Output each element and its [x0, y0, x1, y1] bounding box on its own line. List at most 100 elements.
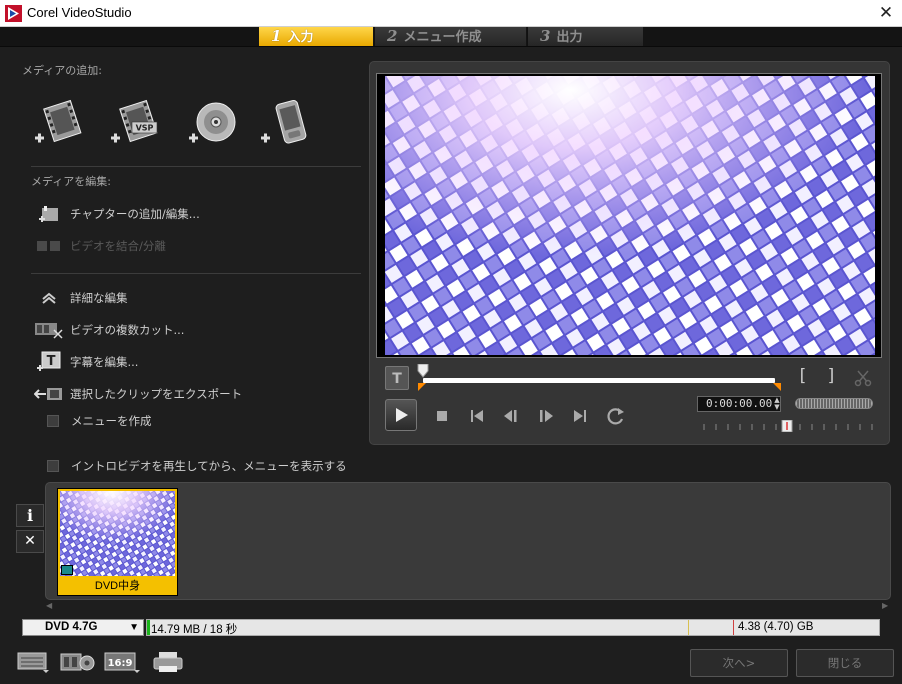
tab-label: 出力	[556, 30, 583, 45]
capacity-mark	[688, 620, 689, 635]
action-label: ビデオを結合/分離	[70, 239, 166, 253]
action-label: チャプターの追加/編集...	[70, 207, 200, 221]
vsp-badge: VSP	[136, 124, 154, 133]
remove-clip-button[interactable]: ✕	[16, 530, 44, 553]
chevron-up-icon	[34, 288, 64, 308]
chevron-down-icon: ▼	[129, 622, 139, 633]
action-label: 字幕を編集...	[70, 355, 139, 369]
disc-format-select[interactable]: DVD 4.7G ▼	[22, 619, 144, 636]
create-menu-label: メニューを作成	[71, 414, 152, 428]
play-icon	[396, 408, 408, 422]
previous-frame-button[interactable]	[500, 407, 522, 425]
divider	[31, 273, 361, 274]
combine-split-video-action: ビデオを結合/分離	[34, 236, 166, 256]
window-title: Corel VideoStudio	[27, 5, 132, 20]
preview-frame-image	[385, 76, 875, 355]
intro-video-label: イントロビデオを再生してから、メニューを表示する	[71, 459, 347, 473]
step-back-icon	[504, 410, 517, 422]
intro-video-checkbox[interactable]	[47, 460, 59, 472]
disc-capacity-bar: 14.79 MB / 18 秒 4.38 (4.70) GB	[146, 619, 880, 636]
timecode-spinner[interactable]: ▲ ▼	[772, 396, 782, 412]
corel-logo-icon	[5, 5, 22, 22]
export-clip-icon	[34, 384, 64, 404]
edit-subtitles-action[interactable]: T 字幕を編集...	[34, 351, 139, 372]
capacity-mark	[733, 620, 734, 635]
combine-split-icon	[34, 236, 64, 256]
go-to-end-button[interactable]	[570, 407, 590, 425]
create-menu-checkbox-row[interactable]: メニューを作成	[47, 413, 152, 429]
import-mobile-device-icon[interactable]	[258, 96, 310, 148]
multi-trim-video-action[interactable]: ビデオの複数カット...	[34, 320, 184, 340]
multi-trim-icon	[34, 320, 64, 340]
project-settings-icon[interactable]	[16, 649, 52, 675]
tab-menu-create[interactable]: 2 メニュー作成	[374, 27, 526, 46]
aspect-ratio-label: 16:9	[108, 658, 133, 669]
step-tabs: 1 入力 2 メニュー作成 3 出力	[0, 27, 902, 47]
go-to-start-button[interactable]	[467, 407, 487, 425]
step-number: 2	[387, 27, 398, 45]
video-clip-icon	[61, 565, 73, 575]
capacity-total-text: 4.38 (4.70) GB	[738, 621, 814, 633]
step-forward-icon	[540, 410, 553, 422]
step-number: 3	[540, 27, 551, 45]
next-frame-button[interactable]	[535, 407, 557, 425]
mark-out-button[interactable]: ]	[823, 366, 839, 386]
title-text-icon[interactable]: T	[385, 366, 409, 390]
spinner-down-icon: ▼	[774, 403, 780, 411]
mark-in-marker	[418, 383, 426, 391]
intro-video-checkbox-row[interactable]: イントロビデオを再生してから、メニューを表示する	[47, 458, 347, 474]
mark-in-button[interactable]: [	[795, 366, 811, 386]
scrubber-track[interactable]	[423, 378, 775, 383]
volume-slider[interactable]	[700, 420, 878, 432]
export-selected-clip-action[interactable]: 選択したクリップをエクスポート	[34, 384, 242, 404]
svg-text:T: T	[392, 371, 402, 386]
tab-input[interactable]: 1 入力	[259, 27, 373, 46]
tab-label: メニュー作成	[403, 30, 482, 45]
next-button[interactable]: 次へ>	[690, 649, 788, 677]
step-number: 1	[271, 27, 282, 45]
scrubber-handle[interactable]	[417, 364, 429, 378]
add-media-label: メディアの追加:	[22, 64, 102, 77]
media-clip[interactable]: DVD中身	[57, 488, 178, 596]
subtitle-icon: T	[34, 351, 64, 372]
close-window-button[interactable]: ✕	[876, 2, 896, 24]
close-button[interactable]: 閉じる	[796, 649, 894, 677]
timecode-display[interactable]: 0:00:00.00	[697, 396, 781, 412]
edit-media-label: メディアを編集:	[31, 175, 111, 188]
disc-format-value: DVD 4.7G	[45, 621, 98, 633]
stop-icon	[437, 411, 447, 421]
import-disc-icon[interactable]	[186, 96, 238, 148]
skip-forward-icon	[574, 410, 586, 422]
svg-text:T: T	[47, 354, 56, 369]
action-label: 選択したクリップをエクスポート	[70, 387, 243, 401]
add-video-icon[interactable]	[32, 96, 84, 148]
divider	[31, 166, 361, 167]
preview-screen	[376, 73, 882, 358]
printer-icon[interactable]	[150, 649, 186, 675]
clip-info-button[interactable]: i	[16, 504, 44, 527]
clip-thumbnail	[60, 491, 175, 576]
add-edit-chapter-action[interactable]: チャプターの追加/編集...	[34, 204, 200, 224]
advanced-edit-toggle[interactable]: 詳細な編集	[34, 288, 128, 308]
capacity-used-fill	[147, 620, 150, 635]
aspect-ratio-icon[interactable]: 16:9	[104, 649, 142, 675]
stop-button[interactable]	[434, 408, 450, 424]
tab-label: 入力	[287, 30, 314, 45]
tab-output[interactable]: 3 出力	[527, 27, 643, 46]
capacity-used-text: 14.79 MB / 18 秒	[151, 624, 238, 636]
add-vsp-project-icon[interactable]: VSP	[108, 96, 160, 148]
scroll-right-icon[interactable]: ▶	[882, 601, 888, 610]
repeat-icon	[607, 408, 624, 425]
play-button[interactable]	[385, 399, 417, 431]
clip-name: DVD中身	[94, 580, 141, 592]
preview-panel	[369, 61, 890, 445]
skip-back-icon	[471, 410, 483, 422]
scissors-icon[interactable]	[853, 368, 873, 388]
action-label: ビデオの複数カット...	[70, 323, 185, 337]
repeat-button[interactable]	[605, 405, 627, 427]
shuttle-control[interactable]	[795, 398, 873, 409]
action-label: 詳細な編集	[70, 291, 128, 305]
scroll-left-icon[interactable]: ◀	[46, 601, 52, 610]
film-settings-icon[interactable]	[60, 649, 96, 675]
create-menu-checkbox[interactable]	[47, 415, 59, 427]
